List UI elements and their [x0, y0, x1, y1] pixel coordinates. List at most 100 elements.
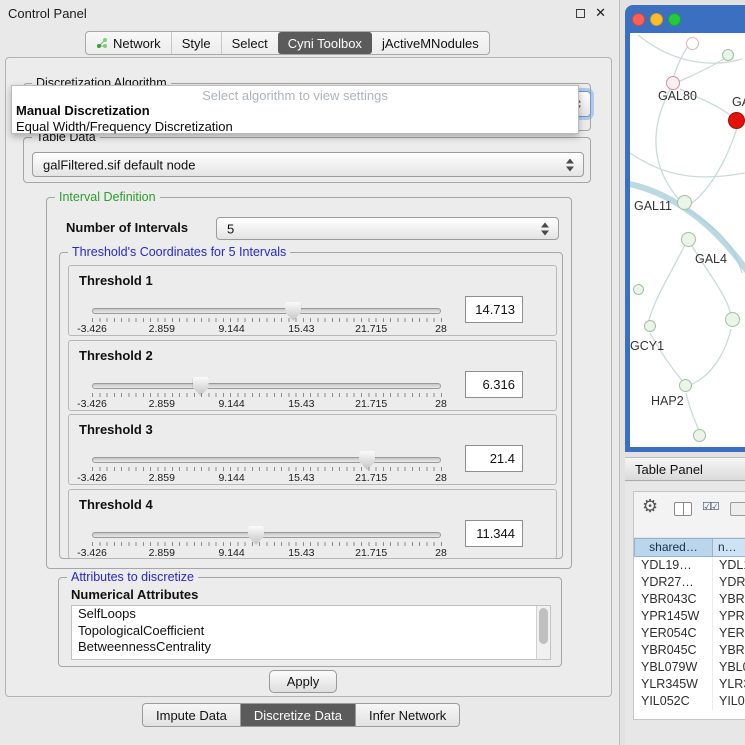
select-columns-icon[interactable]: ☑☑ [702, 500, 718, 513]
tab-label: jActiveMNodules [382, 36, 479, 51]
clipped-toolbar-icon[interactable] [730, 502, 745, 516]
slider-scale: -3.426 2.859 9.144 15.43 21.715 28 [92, 398, 441, 410]
close-icon[interactable]: ✕ [595, 5, 606, 21]
scale-label: 2.859 [149, 398, 175, 410]
table-row[interactable]: YLR345WYLR3 [634, 676, 745, 693]
table-row[interactable]: YBR045CYBR0 [634, 642, 745, 659]
scale-label: 15.43 [288, 398, 314, 410]
network-tab-icon [96, 37, 108, 49]
tab-cyni-toolbox[interactable]: Cyni Toolbox [278, 32, 372, 54]
network-node[interactable] [686, 37, 699, 50]
threshold-slider[interactable] [92, 308, 441, 314]
thresholds-group: Threshold's Coordinates for 5 Intervals … [59, 252, 563, 559]
table-row[interactable]: YBR043CYBR0 [634, 591, 745, 608]
table-row[interactable]: YER054CYER0 [634, 625, 745, 642]
num-intervals-value: 5 [227, 221, 234, 236]
network-node-gal80[interactable] [666, 76, 680, 90]
threshold-value-field[interactable]: 11.344 [465, 520, 523, 547]
threshold-value-field[interactable]: 21.4 [465, 445, 523, 472]
cell-name: YDR2 [713, 574, 745, 591]
network-node-selected[interactable] [728, 112, 745, 129]
scale-label: 21.715 [355, 472, 387, 484]
cell-name: YBR0 [713, 642, 745, 659]
num-intervals-select[interactable]: 5 [216, 217, 559, 240]
network-node[interactable] [693, 429, 706, 442]
node-table: ⚙ ☑☑ shared… n… YDL19…YDL1 YDR27…YDR2 YB… [633, 491, 745, 720]
combo-arrows-icon [566, 158, 575, 171]
table-row[interactable]: YPR145WYPR1 [634, 608, 745, 625]
column-header-shared-name[interactable]: shared… [634, 538, 713, 557]
bottom-tab-bar: Impute Data Discretize Data Infer Networ… [142, 703, 460, 727]
minimize-traffic-light[interactable] [650, 13, 663, 26]
table-panel-header: Table Panel [625, 457, 745, 481]
column-header-name[interactable]: n… [713, 538, 745, 557]
apply-button[interactable]: Apply [269, 670, 337, 693]
tab-infer-network[interactable]: Infer Network [356, 703, 460, 727]
network-canvas[interactable]: GAL80 GA GAL11 GAL4 GCY1 HAP2 [630, 33, 745, 447]
close-traffic-light[interactable] [632, 13, 645, 26]
columns-icon[interactable] [674, 502, 692, 516]
algorithm-dropdown-popup: Select algorithm to view settings Manual… [11, 85, 579, 134]
list-scrollbar[interactable] [536, 606, 550, 659]
threshold-slider[interactable] [92, 457, 441, 463]
threshold-label: Threshold 2 [79, 348, 153, 363]
network-node-gal11[interactable] [677, 195, 692, 210]
list-item[interactable]: TopologicalCoefficient [72, 623, 550, 640]
tab-jactivemnodules[interactable]: jActiveMNodules [372, 32, 489, 54]
scale-label: 2.859 [149, 547, 175, 559]
table-header-row: shared… n… [634, 538, 745, 557]
network-node-gal4[interactable] [681, 232, 696, 247]
gear-icon[interactable]: ⚙ [642, 496, 658, 517]
cyni-panel-body: Discretization Algorithm Select algorith… [5, 57, 612, 697]
scale-label: 9.144 [218, 398, 244, 410]
table-row[interactable]: YDL19…YDL1 [634, 557, 745, 574]
threshold-value-field[interactable]: 6.316 [465, 371, 523, 398]
cell-shared-name: YBR043C [634, 591, 713, 608]
slider-ticks [92, 318, 442, 322]
threshold-slider[interactable] [92, 532, 441, 538]
tab-select[interactable]: Select [221, 32, 278, 54]
node-label: GCY1 [630, 339, 664, 353]
dropdown-option-manual[interactable]: Manual Discretization [12, 103, 578, 119]
threshold-label: Threshold 4 [79, 497, 153, 512]
scale-label: 2.859 [149, 472, 175, 484]
tab-discretize-data[interactable]: Discretize Data [241, 703, 356, 727]
scale-label: 21.715 [355, 398, 387, 410]
threshold-slider[interactable] [92, 383, 441, 389]
combo-arrows-icon [541, 222, 550, 235]
network-node[interactable] [633, 284, 644, 295]
dropdown-option-equal-width[interactable]: Equal Width/Frequency Discretization [12, 119, 578, 135]
table-row[interactable]: YIL052CYIL0 [634, 693, 745, 710]
threshold-value-field[interactable]: 14.713 [465, 296, 523, 323]
tab-impute-data[interactable]: Impute Data [142, 703, 241, 727]
table-row[interactable]: YDR27…YDR2 [634, 574, 745, 591]
cell-name: YER0 [713, 625, 745, 642]
tab-style[interactable]: Style [171, 32, 221, 54]
network-node[interactable] [725, 312, 740, 327]
cell-name: YPR1 [713, 608, 745, 625]
table-rows: YDL19…YDL1 YDR27…YDR2 YBR043CYBR0 YPR145… [634, 557, 745, 710]
list-item[interactable]: SelfLoops [72, 606, 550, 623]
network-node-gcy1[interactable] [644, 320, 656, 332]
slider-ticks [92, 393, 442, 397]
dropdown-placeholder-item[interactable]: Select algorithm to view settings [12, 88, 578, 103]
node-label: GAL4 [695, 252, 727, 266]
tab-network[interactable]: Network [86, 32, 171, 54]
table-panel-body: ⚙ ☑☑ shared… n… YDL19…YDL1 YDR27…YDR2 YB… [625, 482, 745, 745]
group-title: Interval Definition [55, 190, 160, 204]
network-node-hap2[interactable] [679, 379, 692, 392]
cell-shared-name: YER054C [634, 625, 713, 642]
table-row[interactable]: YBL079WYBL0 [634, 659, 745, 676]
list-item[interactable]: BetweennessCentrality [72, 639, 550, 656]
attributes-group: Attributes to discretize Numerical Attri… [58, 577, 562, 667]
attributes-list: SelfLoops TopologicalCoefficient Between… [71, 605, 551, 660]
zoom-traffic-light[interactable] [668, 13, 681, 26]
selected-table: galFiltered.sif default node [43, 157, 195, 172]
scale-label: -3.426 [77, 547, 107, 559]
network-node[interactable] [722, 49, 734, 61]
float-window-icon[interactable] [576, 9, 585, 18]
scrollbar-thumb[interactable] [539, 608, 548, 644]
threshold-label: Threshold 3 [79, 422, 153, 437]
table-data-select[interactable]: galFiltered.sif default node [32, 152, 584, 177]
table-data-group: Table Data galFiltered.sif default node [23, 137, 591, 183]
